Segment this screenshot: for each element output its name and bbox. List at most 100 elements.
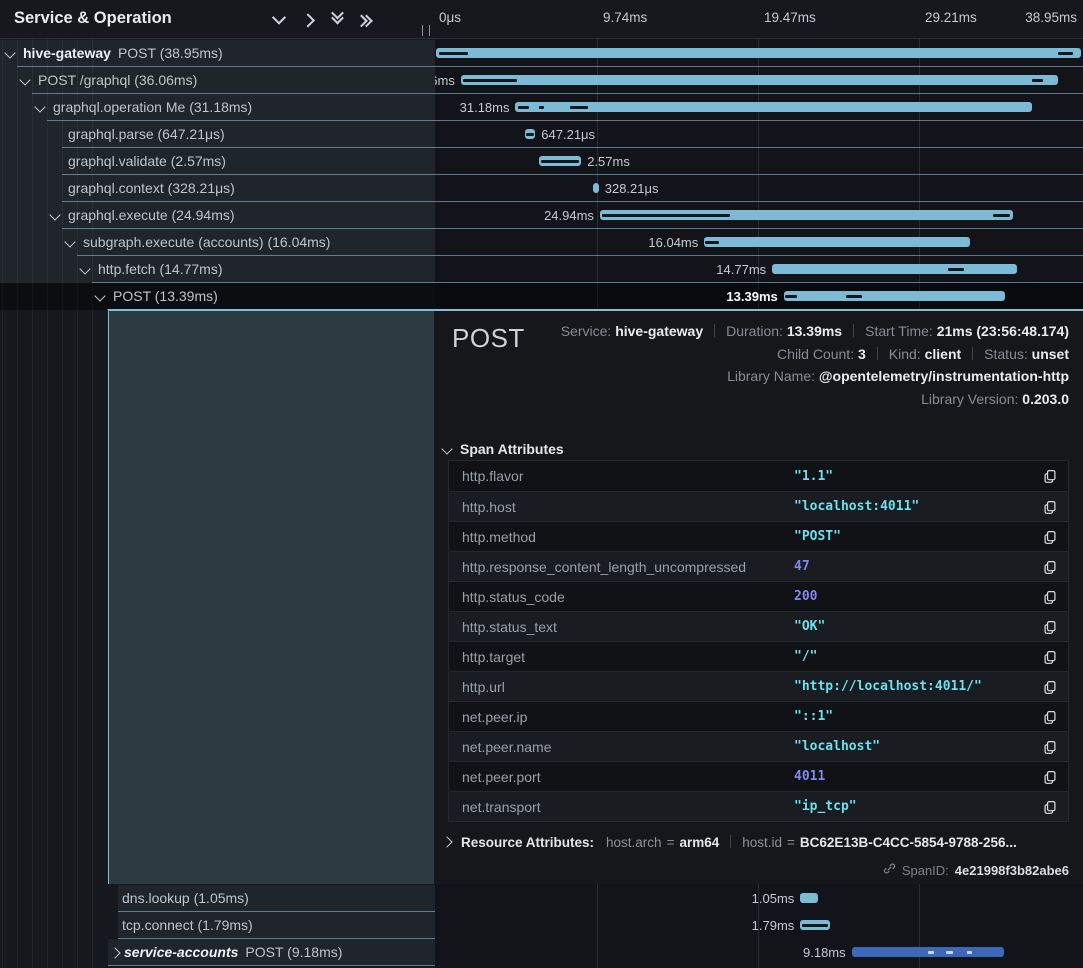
collapse-one-icon[interactable] <box>268 8 290 30</box>
meta-divider <box>853 324 854 337</box>
span-bar[interactable] <box>800 920 830 930</box>
span-bar[interactable] <box>593 183 598 193</box>
attribute-row: net.peer.name"localhost" <box>449 731 1068 761</box>
attribute-row: http.status_code200 <box>449 581 1068 611</box>
copy-icon[interactable] <box>1043 740 1057 754</box>
operation-name: graphql.operation Me (31.18ms) <box>53 99 252 115</box>
timeline-cell: 36.06ms <box>435 67 1083 94</box>
detail-row-spacer <box>108 311 434 884</box>
copy-icon[interactable] <box>1043 590 1057 604</box>
span-row-label: subgraph.execute (accounts) (16.04ms) <box>83 234 330 250</box>
operation-name: POST (13.39ms) <box>113 288 218 304</box>
meta-label: Child Count: <box>777 346 854 362</box>
copy-icon[interactable] <box>1043 770 1057 784</box>
span-row[interactable]: http.fetch (14.77ms)14.77ms <box>0 256 1083 283</box>
child-span-marker <box>802 924 827 927</box>
attribute-value: 4011 <box>794 769 1043 784</box>
span-bar[interactable] <box>600 210 1013 220</box>
expand-all-icon[interactable] <box>355 8 377 30</box>
link-icon[interactable] <box>883 862 896 878</box>
copy-icon[interactable] <box>1043 530 1057 544</box>
span-row[interactable]: graphql.execute (24.94ms)24.94ms <box>0 202 1083 229</box>
operation-name: tcp.connect (1.79ms) <box>122 917 253 933</box>
copy-icon[interactable] <box>1043 469 1057 483</box>
span-detail-meta: Service: hive-gatewayDuration: 13.39msSt… <box>561 323 1069 413</box>
child-span-marker <box>846 295 863 298</box>
operation-name: POST (38.95ms) <box>118 45 223 61</box>
child-span-marker <box>948 268 964 271</box>
span-bar[interactable] <box>515 102 1031 112</box>
copy-icon[interactable] <box>1043 680 1057 694</box>
copy-icon[interactable] <box>1043 650 1057 664</box>
copy-icon[interactable] <box>1043 620 1057 634</box>
span-row[interactable]: POST (13.39ms)13.39ms <box>0 283 1083 310</box>
child-span-marker <box>785 295 797 298</box>
span-row[interactable]: graphql.validate (2.57ms) 2.57ms <box>0 148 1083 175</box>
attribute-row: http.url"http://localhost:4011/" <box>449 671 1068 701</box>
span-bar[interactable] <box>461 75 1058 85</box>
chevron-down-icon[interactable] <box>94 290 105 301</box>
span-row-label: tcp.connect (1.79ms) <box>122 917 253 933</box>
timeline-cell: 16.04ms <box>435 229 1083 256</box>
meta-label: Duration: <box>726 323 783 339</box>
duration-label: 31.18ms <box>435 100 510 115</box>
span-row[interactable]: graphql.operation Me (31.18ms) 31.18ms <box>0 94 1083 121</box>
span-row[interactable]: POST /graphql (36.06ms)36.06ms <box>0 67 1083 94</box>
timeline-cell: 647.21μs <box>435 121 1083 148</box>
span-row[interactable]: graphql.context (328.21μs)328.21μs <box>0 175 1083 202</box>
span-bar[interactable] <box>436 48 1081 58</box>
attribute-value: "localhost" <box>794 739 1043 754</box>
span-row-label: graphql.validate (2.57ms) <box>68 153 226 169</box>
span-row[interactable]: service-accountsPOST (9.18ms)9.18ms <box>0 939 1083 966</box>
copy-icon[interactable] <box>1043 800 1057 814</box>
expand-one-icon[interactable] <box>297 8 319 30</box>
duration-label: 2.57ms <box>587 154 707 169</box>
child-span-marker <box>946 951 953 954</box>
span-bar[interactable] <box>525 129 536 139</box>
child-span-marker <box>541 160 578 163</box>
timeline-cell: 31.18ms <box>435 94 1083 121</box>
meta-value: 0.203.0 <box>1022 391 1069 407</box>
meta-label: Library Version: <box>921 391 1018 407</box>
duration-label: 647.21μs <box>541 127 661 142</box>
span-bar[interactable] <box>704 237 970 247</box>
ruler-tick: 38.95ms <box>1025 10 1077 25</box>
span-row-label: graphql.execute (24.94ms) <box>68 207 235 223</box>
meta-value: @opentelemetry/instrumentation-http <box>819 368 1069 384</box>
span-row-label: hive-gatewayPOST (38.95ms) <box>23 45 223 61</box>
attribute-row: http.host"localhost:4011" <box>449 491 1068 521</box>
span-row-label: service-accountsPOST (9.18ms) <box>124 944 342 960</box>
resource-attributes-row[interactable]: Resource Attributes:host.arch=arm64host.… <box>443 835 1017 850</box>
service-operation-title: Service & Operation <box>14 9 172 28</box>
span-bar[interactable] <box>539 156 582 166</box>
span-row-label: http.fetch (14.77ms) <box>98 261 223 277</box>
operation-name: subgraph.execute (accounts) (16.04ms) <box>83 234 330 250</box>
span-row[interactable]: hive-gatewayPOST (38.95ms) <box>0 40 1083 67</box>
span-row[interactable]: subgraph.execute (accounts) (16.04ms) 16.… <box>0 229 1083 256</box>
span-row[interactable]: graphql.parse (647.21μs)647.21μs <box>0 121 1083 148</box>
meta-line: Child Count: 3Kind: clientStatus: unset <box>561 346 1069 369</box>
attribute-value: "::1" <box>794 709 1043 724</box>
child-span-marker <box>1058 52 1072 55</box>
span-bar[interactable] <box>800 893 817 903</box>
copy-icon[interactable] <box>1043 710 1057 724</box>
meta-value: client <box>925 346 962 362</box>
meta-label: Kind: <box>889 346 921 362</box>
column-resize-handle[interactable] <box>422 25 430 36</box>
duration-label: 36.06ms <box>435 73 455 88</box>
span-bar[interactable] <box>852 947 1004 957</box>
span-row-label: dns.lookup (1.05ms) <box>122 890 249 906</box>
collapse-all-icon[interactable] <box>326 8 348 30</box>
span-bar[interactable] <box>772 264 1017 274</box>
child-span-marker <box>1032 79 1043 82</box>
span-row[interactable]: dns.lookup (1.05ms)1.05ms <box>0 885 1083 912</box>
meta-label: Status: <box>984 346 1028 362</box>
span-bar[interactable] <box>784 291 1006 301</box>
attribute-row: net.transport"ip_tcp" <box>449 791 1068 821</box>
span-attributes-header[interactable]: Span Attributes <box>443 441 564 461</box>
copy-icon[interactable] <box>1043 560 1057 574</box>
attribute-row: http.flavor"1.1" <box>449 461 1068 491</box>
span-row[interactable]: tcp.connect (1.79ms) 1.79ms <box>0 912 1083 939</box>
copy-icon[interactable] <box>1043 500 1057 514</box>
duration-label: 1.79ms <box>674 918 794 933</box>
